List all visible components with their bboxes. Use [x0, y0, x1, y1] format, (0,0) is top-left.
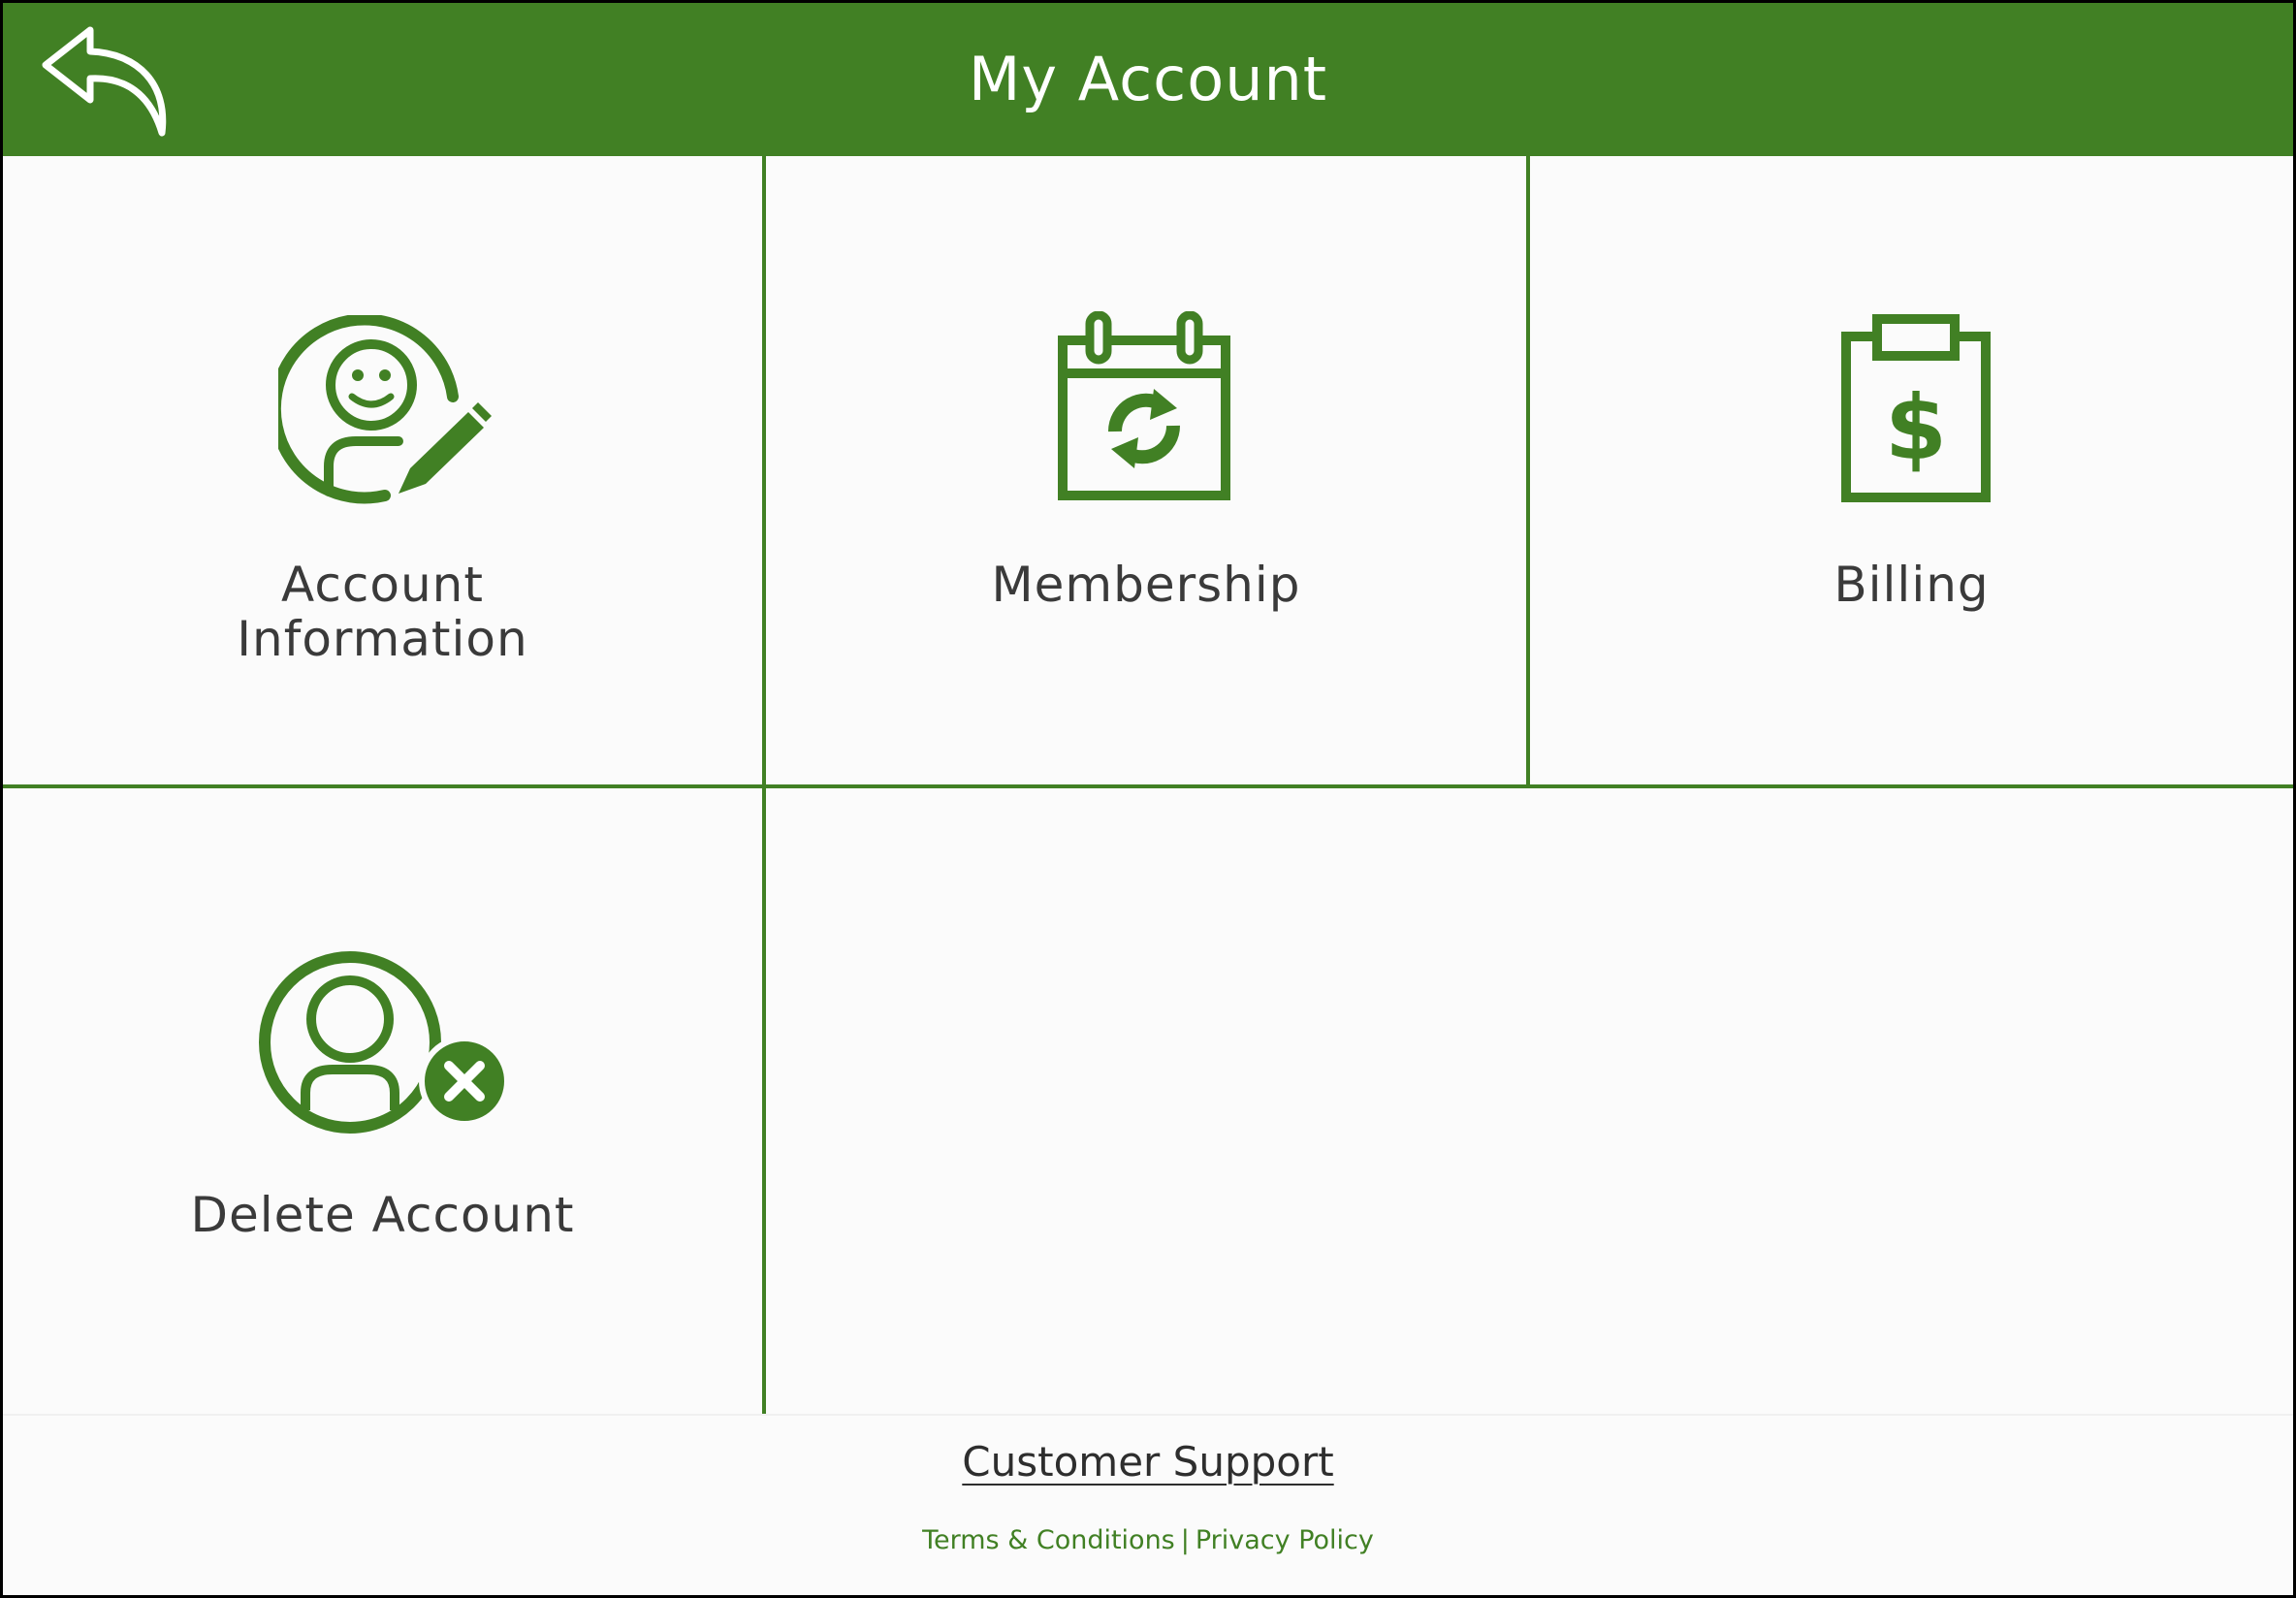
billing-tile[interactable]: $ Billing: [1530, 156, 2293, 784]
user-remove-icon: [259, 951, 510, 1134]
customer-support-row: Customer Support: [3, 1438, 2293, 1486]
link-divider: |: [1180, 1525, 1190, 1555]
delete-account-tile[interactable]: Delete Account: [3, 788, 762, 1415]
calendar-refresh-icon: [1058, 311, 1230, 500]
header-bar: My Account: [3, 3, 2293, 156]
terms-link[interactable]: Terms & Conditions: [922, 1525, 1175, 1555]
page-title: My Account: [968, 44, 1328, 114]
tile-label: Account: [281, 557, 484, 613]
tile-label: Information: [237, 611, 528, 667]
tile-label: Billing: [1834, 557, 1990, 613]
footer-divider: [3, 1414, 2293, 1416]
membership-tile[interactable]: Membership: [766, 156, 1526, 784]
customer-support-link[interactable]: Customer Support: [962, 1438, 1333, 1486]
tile-label: Membership: [991, 557, 1301, 613]
privacy-link[interactable]: Privacy Policy: [1196, 1525, 1374, 1555]
clipboard-dollar-icon: $: [1841, 314, 1991, 502]
account-information-tile[interactable]: Account Information: [3, 156, 762, 784]
app-screen: My Account Account Information Membershi…: [3, 3, 2293, 1595]
legal-links: Terms & Conditions | Privacy Policy: [3, 1525, 2293, 1555]
tile-label: Delete Account: [190, 1187, 575, 1243]
svg-text:$: $: [1885, 376, 1947, 480]
user-edit-icon: [278, 315, 492, 504]
